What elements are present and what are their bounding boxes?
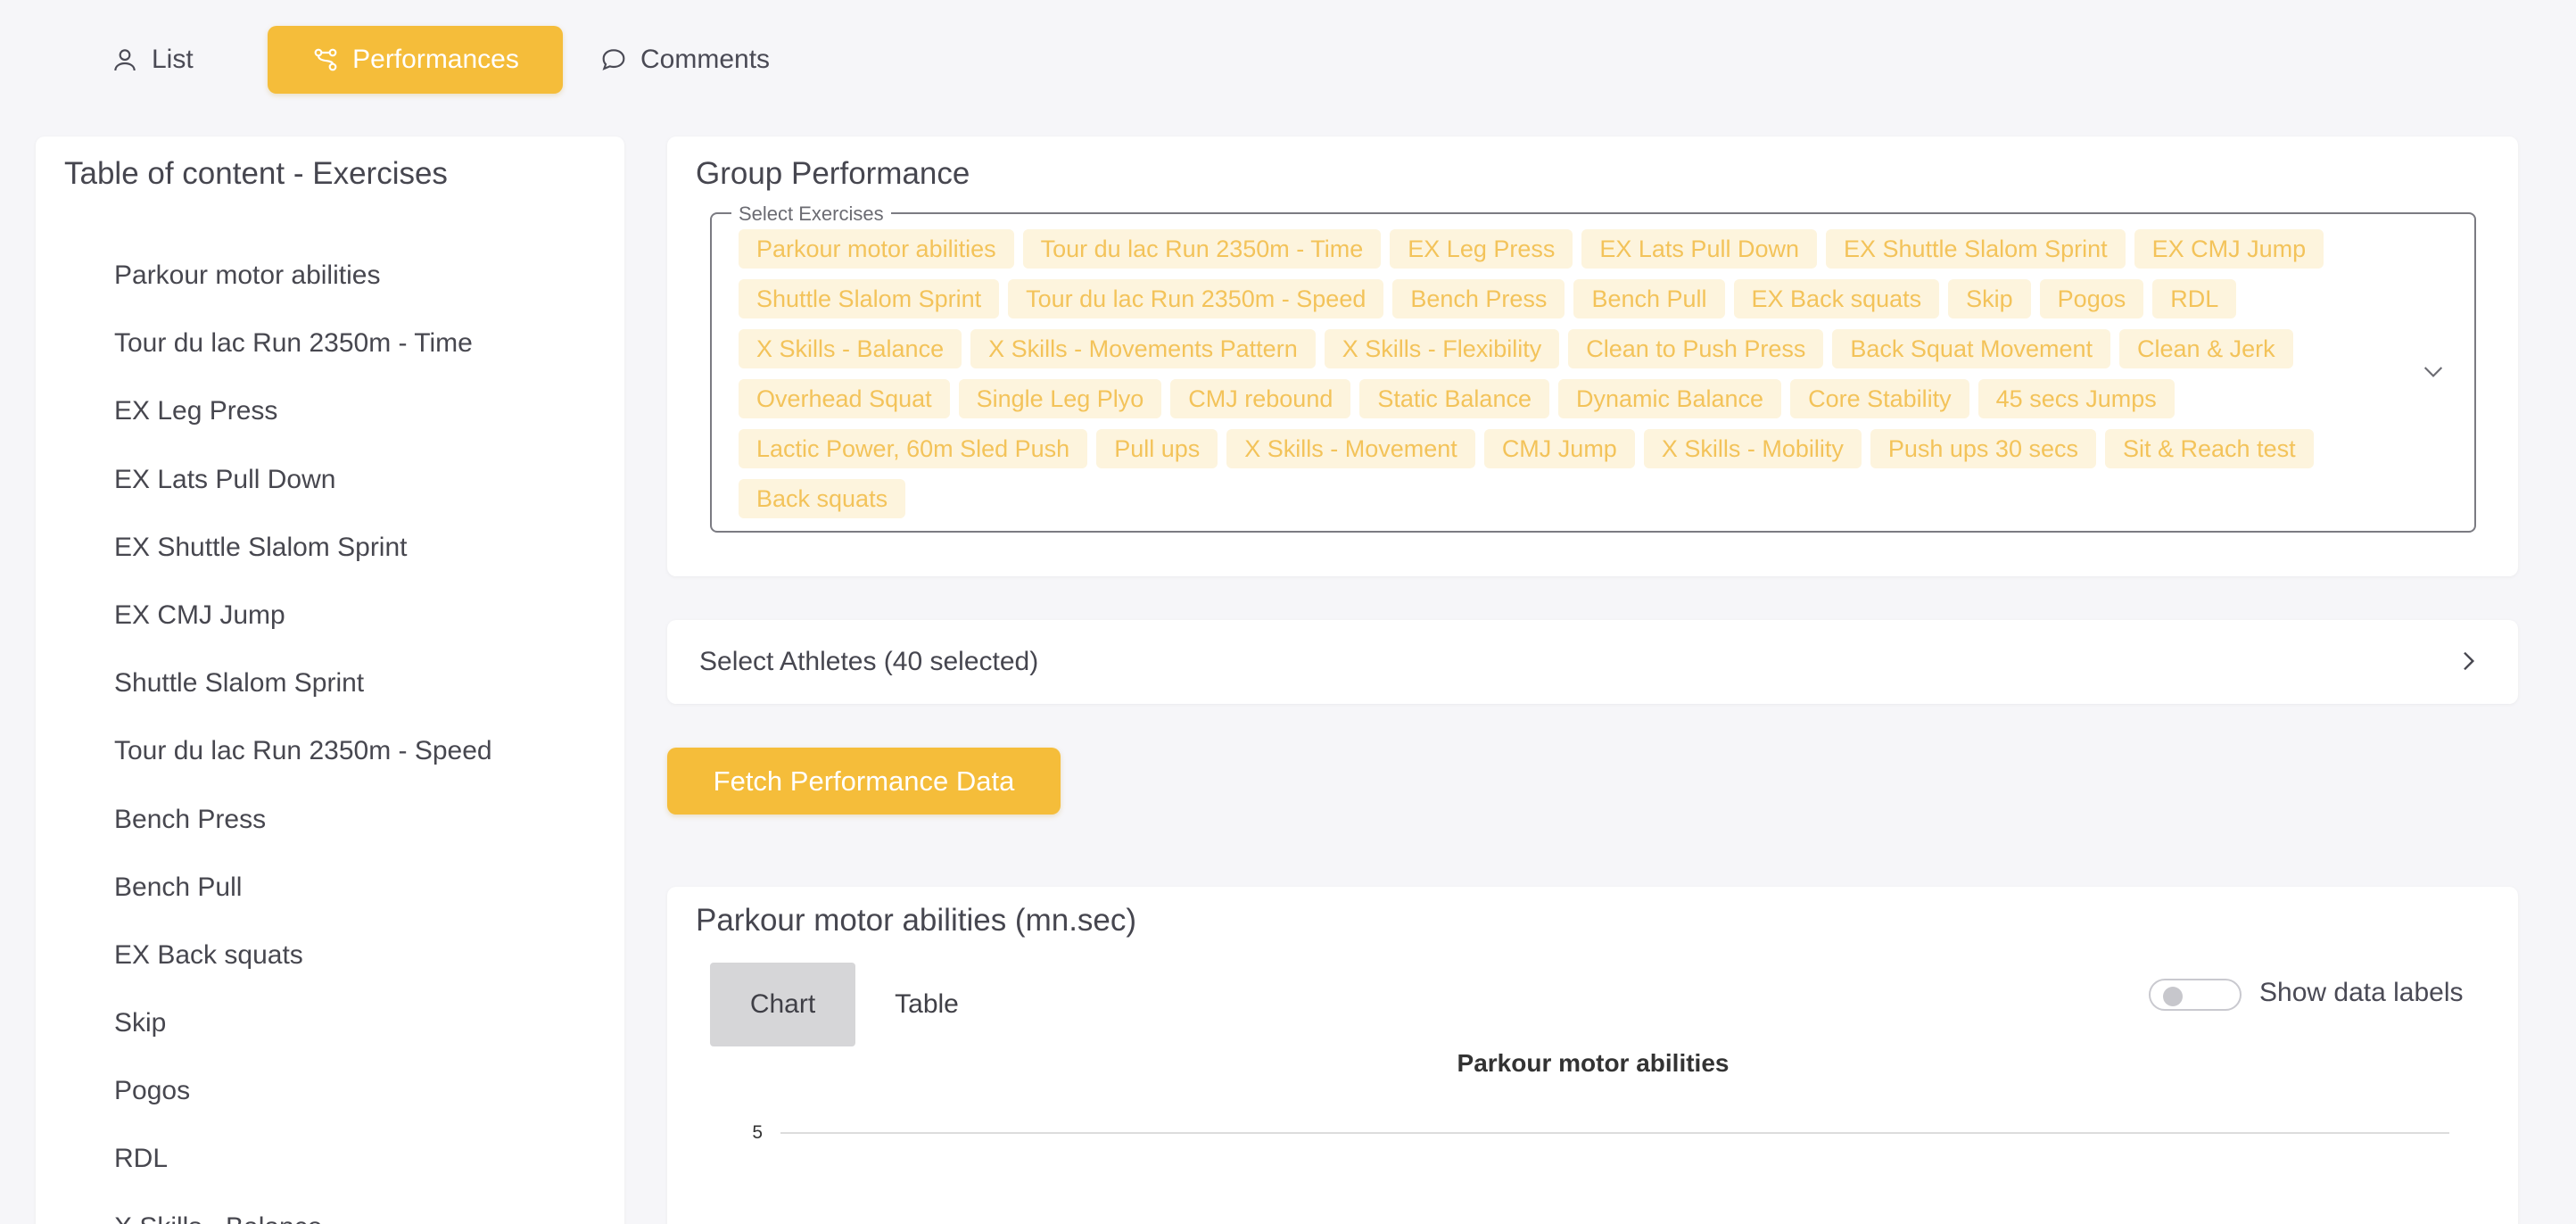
exercise-chip[interactable]: Bench Pull [1573, 279, 1725, 318]
fetch-performance-data-button[interactable]: Fetch Performance Data [667, 748, 1061, 815]
toc-item[interactable]: EX Leg Press [114, 377, 492, 445]
top-nav: List Performances Comments [0, 0, 2576, 120]
toc-item[interactable]: RDL [114, 1125, 492, 1193]
nav-tab-list[interactable]: List [75, 26, 229, 94]
select-athletes-accordion[interactable]: Select Athletes (40 selected) [667, 620, 2518, 704]
exercise-chip[interactable]: EX CMJ Jump [2134, 229, 2324, 269]
exercise-chip[interactable]: Shuttle Slalom Sprint [739, 279, 1000, 318]
exercise-chip[interactable]: CMJ rebound [1170, 379, 1351, 418]
chevron-right-icon [2464, 651, 2475, 671]
toc-item[interactable]: Skip [114, 989, 492, 1057]
exercise-chip[interactable]: Parkour motor abilities [739, 229, 1014, 269]
nav-tab-comments-label: Comments [640, 45, 771, 74]
exercise-chip[interactable]: Skip [1948, 279, 2031, 318]
exercise-multiselect-label: Select Exercises [731, 203, 891, 226]
group-performance-card: Group Performance Select Exercises Parko… [667, 136, 2518, 576]
exercise-chip[interactable]: EX Leg Press [1390, 229, 1573, 269]
select-athletes-label: Select Athletes (40 selected) [699, 647, 1039, 676]
nav-tab-list-label: List [152, 45, 194, 74]
toc-item[interactable]: Tour du lac Run 2350m - Speed [114, 717, 492, 785]
exercise-chip[interactable]: Back squats [739, 479, 906, 518]
exercise-chip[interactable]: RDL [2152, 279, 2237, 318]
nav-tab-comments[interactable]: Comments [564, 26, 805, 94]
exercise-chip[interactable]: X Skills - Movements Pattern [970, 329, 1316, 368]
toc-item[interactable]: X Skills - Balance [114, 1194, 492, 1224]
toc-title: Table of content - Exercises [64, 156, 448, 191]
exercise-chip[interactable]: Core Stability [1790, 379, 1969, 418]
exercise-chip[interactable]: Pull ups [1096, 429, 1218, 468]
show-data-labels-label: Show data labels [2259, 978, 2464, 1007]
exercise-chip[interactable]: X Skills - Balance [739, 329, 962, 368]
exercise-chip[interactable]: X Skills - Mobility [1643, 429, 1862, 468]
exercise-chip[interactable]: Sit & Reach test [2105, 429, 2314, 468]
toc-item[interactable]: Shuttle Slalom Sprint [114, 649, 492, 717]
chevron-down-icon[interactable] [2419, 357, 2448, 385]
exercise-chip[interactable]: Pogos [2039, 279, 2144, 318]
route-icon [314, 48, 337, 71]
exercise-chip[interactable]: Dynamic Balance [1557, 379, 1782, 418]
exercise-chip[interactable]: Push ups 30 secs [1870, 429, 2096, 468]
exercise-chart-title: Parkour motor abilities (mn.sec) [696, 903, 1137, 938]
chart-plot: Parkour motor abilities 5 [752, 1049, 2449, 1143]
group-performance-title: Group Performance [696, 156, 970, 191]
toc-item[interactable]: Tour du lac Run 2350m - Time [114, 310, 492, 377]
exercise-chip[interactable]: X Skills - Flexibility [1324, 329, 1560, 368]
exercise-chip[interactable]: X Skills - Movement [1226, 429, 1475, 468]
exercise-chip[interactable]: Clean to Push Press [1568, 329, 1824, 368]
exercise-chip[interactable]: EX Back squats [1733, 279, 1940, 318]
exercise-chip[interactable]: Lactic Power, 60m Sled Push [739, 429, 1088, 468]
toc-item[interactable]: Bench Press [114, 786, 492, 854]
nav-tab-performances[interactable]: Performances [268, 26, 563, 94]
toc-list: Parkour motor abilities Tour du lac Run … [114, 242, 492, 1224]
exercise-chip[interactable]: Single Leg Plyo [958, 379, 1162, 418]
exercise-chip[interactable]: EX Shuttle Slalom Sprint [1825, 229, 2126, 269]
nav-tab-performances-label: Performances [352, 45, 519, 74]
exercise-chip[interactable]: CMJ Jump [1483, 429, 1635, 468]
exercise-chip-list: Parkour motor abilities Tour du lac Run 2… [739, 229, 2335, 518]
exercise-chip[interactable]: Overhead Squat [739, 379, 950, 418]
exercise-chart-card: Parkour motor abilities (mn.sec) Chart T… [667, 887, 2518, 1224]
toc-item[interactable]: EX CMJ Jump [114, 582, 492, 649]
exercise-chip[interactable]: Bench Press [1392, 279, 1565, 318]
exercise-chip[interactable]: Tour du lac Run 2350m - Time [1022, 229, 1382, 269]
user-icon [114, 49, 136, 71]
toc-item[interactable]: EX Lats Pull Down [114, 446, 492, 514]
exercise-chip[interactable]: Tour du lac Run 2350m - Speed [1008, 279, 1384, 318]
exercise-chip[interactable]: Static Balance [1359, 379, 1549, 418]
speech-bubble-icon [602, 49, 625, 70]
exercise-chip[interactable]: EX Lats Pull Down [1581, 229, 1817, 269]
y-tick-label: 5 [752, 1122, 763, 1143]
toc-sidebar: Table of content - Exercises Parkour mot… [36, 136, 624, 1224]
exercise-chip[interactable]: Back Squat Movement [1832, 329, 2111, 368]
toc-item[interactable]: Bench Pull [114, 854, 492, 922]
toggle-knob [2163, 987, 2183, 1006]
exercise-chip[interactable]: Clean & Jerk [2119, 329, 2293, 368]
toc-item[interactable]: EX Back squats [114, 922, 492, 989]
toc-item[interactable]: EX Shuttle Slalom Sprint [114, 514, 492, 582]
toc-item[interactable]: Parkour motor abilities [114, 242, 492, 310]
toc-item[interactable]: Pogos [114, 1057, 492, 1125]
plot-title: Parkour motor abilities [1457, 1049, 1730, 1077]
exercise-multiselect[interactable]: Select Exercises Parkour motor abilities… [710, 203, 2476, 533]
show-data-labels-toggle[interactable] [2149, 979, 2242, 1011]
exercise-chip[interactable]: 45 secs Jumps [1977, 379, 2175, 418]
